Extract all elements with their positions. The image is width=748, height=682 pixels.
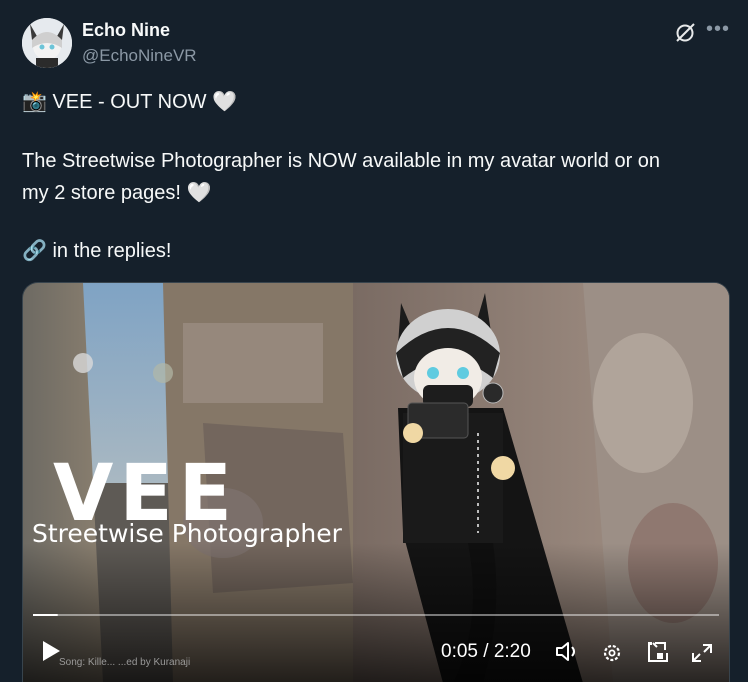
author-name[interactable]: Echo Nine (82, 20, 170, 41)
video-player[interactable]: VEE Streetwise Photographer Song: Kille.… (22, 282, 730, 682)
progress-track[interactable] (33, 614, 719, 616)
progress-fill[interactable] (33, 614, 58, 616)
play-icon[interactable] (43, 641, 60, 661)
settings-icon[interactable] (603, 644, 621, 662)
video-time: 0:05 / 2:20 (441, 641, 531, 662)
pip-icon[interactable] (648, 642, 668, 662)
grok-icon[interactable] (674, 22, 696, 44)
post-text-line-4: 🔗 in the replies! (22, 240, 172, 262)
avatar-image (22, 18, 72, 68)
video-controls (33, 614, 719, 662)
more-options-icon[interactable]: ••• (706, 18, 730, 41)
post-text-line-3: my 2 store pages! 🤍 (22, 182, 212, 204)
post-text-line-2: The Streetwise Photographer is NOW avail… (22, 150, 661, 172)
volume-icon[interactable] (556, 642, 575, 661)
avatar[interactable] (22, 18, 72, 68)
post-text-line-1: 📸 VEE - OUT NOW 🤍 (22, 91, 237, 113)
fullscreen-icon[interactable] (692, 644, 712, 662)
author-handle[interactable]: @EchoNineVR (82, 46, 197, 66)
